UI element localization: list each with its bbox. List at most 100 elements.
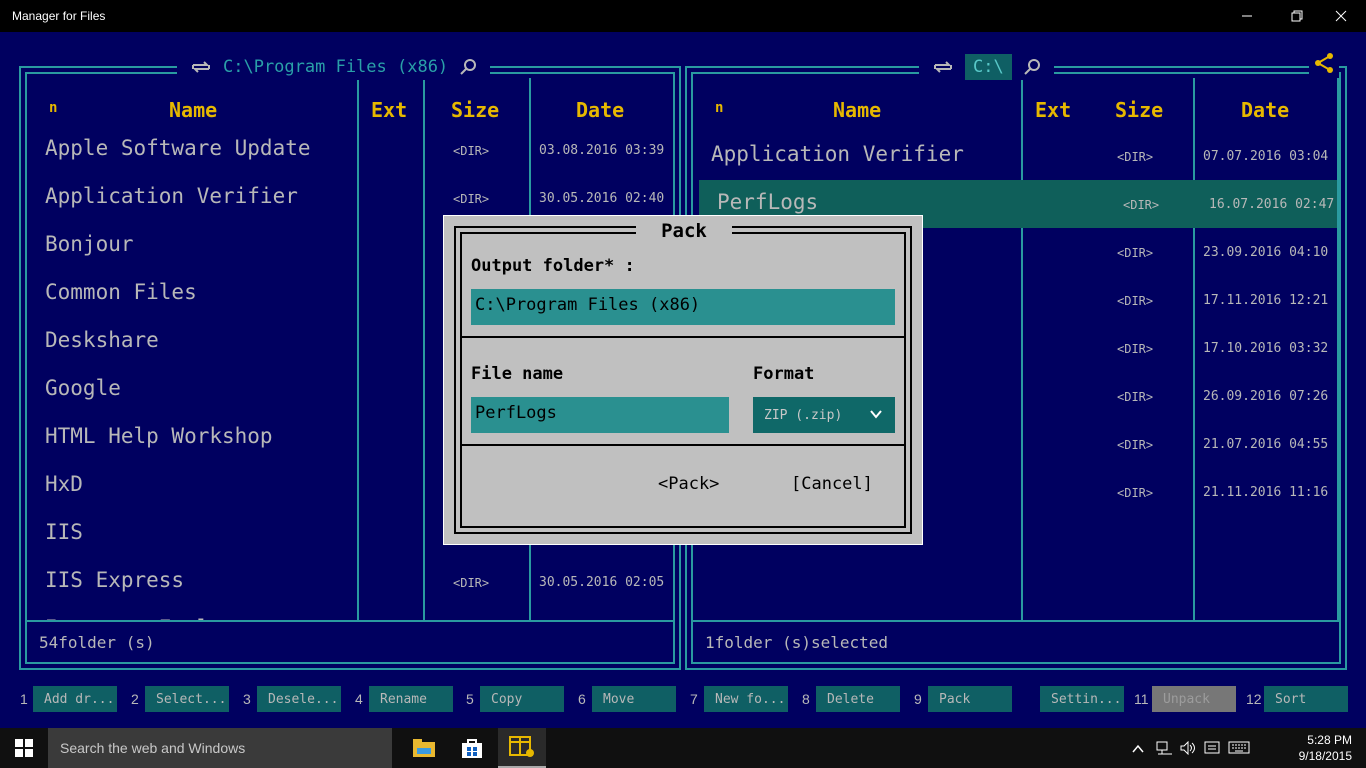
- pack-button[interactable]: <Pack>: [658, 474, 719, 494]
- search-icon[interactable]: [458, 57, 478, 77]
- file-date: 30.05.2016 02:40: [539, 191, 665, 206]
- file-name: Common Files: [45, 280, 197, 304]
- file-date: 16.07.2016 02:47: [1209, 197, 1335, 212]
- restore-icon: [1291, 10, 1303, 22]
- file-name: Deskshare: [45, 328, 159, 352]
- file-name: Application Verifier: [45, 184, 298, 208]
- file-size: <DIR>: [1117, 486, 1154, 500]
- minimize-button[interactable]: [1224, 0, 1270, 32]
- fkey-button-copy[interactable]: Copy: [480, 686, 564, 712]
- fkey-number: 9: [914, 691, 922, 707]
- fkey-button-select[interactable]: Select...: [145, 686, 229, 712]
- file-size: <DIR>: [453, 192, 490, 206]
- fkey-button-add-dr[interactable]: Add dr...: [33, 686, 117, 712]
- col-name[interactable]: Name: [169, 98, 217, 122]
- file-date: 21.11.2016 11:16: [1203, 485, 1329, 500]
- network-icon[interactable]: [1156, 740, 1174, 759]
- right-path[interactable]: C:\: [965, 54, 1012, 80]
- file-name-label: File name: [471, 364, 564, 384]
- fkey-number: 7: [690, 691, 698, 707]
- right-status: 1folder (s)selected: [705, 633, 889, 652]
- manager-for-files-icon[interactable]: [498, 728, 546, 768]
- file-size: <DIR>: [1117, 150, 1154, 164]
- title-bar: Manager for Files: [0, 0, 1366, 32]
- file-size: <DIR>: [1117, 246, 1154, 260]
- file-name: Apple Software Update: [45, 136, 311, 160]
- file-name: HTML Help Workshop: [45, 424, 273, 448]
- file-date: 30.05.2016 02:05: [539, 575, 665, 590]
- output-folder-input[interactable]: C:\Program Files (x86): [471, 289, 895, 325]
- file-date: 21.07.2016 04:55: [1203, 437, 1329, 452]
- taskbar: Search the web and Windows 5:28 PM 9/18/…: [0, 728, 1366, 768]
- col-ext[interactable]: Ext: [1035, 98, 1071, 122]
- col-size[interactable]: Size: [451, 98, 499, 122]
- col-date[interactable]: Date: [1241, 98, 1289, 122]
- file-explorer-icon[interactable]: [400, 728, 448, 768]
- share-icon[interactable]: [1309, 52, 1339, 78]
- clock[interactable]: 5:28 PM 9/18/2015: [1299, 732, 1352, 764]
- search-icon[interactable]: [1022, 57, 1042, 77]
- close-button[interactable]: [1318, 0, 1364, 32]
- fkey-button-delete[interactable]: Delete: [816, 686, 900, 712]
- col-n[interactable]: n: [49, 100, 57, 116]
- fkey-number: 6: [578, 691, 586, 707]
- file-size: <DIR>: [1117, 438, 1154, 452]
- output-folder-label: Output folder* :: [471, 256, 635, 276]
- col-n[interactable]: n: [715, 100, 723, 116]
- refresh-icon[interactable]: [189, 57, 213, 77]
- fkey-button-pack[interactable]: Pack: [928, 686, 1012, 712]
- fkey-button-settin[interactable]: Settin...: [1040, 686, 1124, 712]
- fkey-button-new-fo[interactable]: New fo...: [704, 686, 788, 712]
- start-button[interactable]: [0, 728, 48, 768]
- col-size[interactable]: Size: [1115, 98, 1163, 122]
- fkey-number: 3: [243, 691, 251, 707]
- file-row[interactable]: Apple Software Update <DIR> 03.08.2016 03:…: [27, 126, 673, 174]
- file-size: <DIR>: [1117, 294, 1154, 308]
- fkey-button-desele[interactable]: Desele...: [257, 686, 341, 712]
- cancel-button[interactable]: [Cancel]: [791, 474, 873, 494]
- refresh-icon[interactable]: [931, 57, 955, 77]
- col-name[interactable]: Name: [833, 98, 881, 122]
- chevron-up-icon[interactable]: [1132, 740, 1144, 759]
- file-name: Internet Explorer: [45, 616, 260, 620]
- file-date: 17.11.2016 12:21: [1203, 293, 1329, 308]
- file-row[interactable]: IIS Express <DIR> 30.05.2016 02:05: [27, 558, 673, 606]
- store-icon[interactable]: [448, 728, 496, 768]
- file-size: <DIR>: [453, 144, 490, 158]
- file-size: <DIR>: [1123, 198, 1160, 212]
- file-size: <DIR>: [1117, 390, 1154, 404]
- fkey-number: 8: [802, 691, 810, 707]
- fkey-number: 4: [355, 691, 363, 707]
- window-title: Manager for Files: [12, 9, 106, 23]
- taskbar-search[interactable]: Search the web and Windows: [48, 728, 392, 768]
- restore-button[interactable]: [1274, 0, 1320, 32]
- fkey-button-rename[interactable]: Rename: [369, 686, 453, 712]
- col-date[interactable]: Date: [576, 98, 624, 122]
- volume-icon[interactable]: [1180, 740, 1196, 759]
- format-select[interactable]: ZIP (.zip): [753, 397, 895, 433]
- clock-date: 9/18/2015: [1298, 749, 1352, 763]
- file-date: 17.10.2016 03:32: [1203, 341, 1329, 356]
- file-row[interactable]: Internet Explorer<DIR>04.10.2016 08:06: [27, 606, 673, 620]
- clock-time: 5:28 PM: [1307, 733, 1352, 747]
- keyboard-icon[interactable]: [1228, 740, 1250, 759]
- notification-icon[interactable]: [1204, 740, 1220, 759]
- dialog-title: Pack: [636, 220, 732, 242]
- file-date: 23.09.2016 04:10: [1203, 245, 1329, 260]
- file-name-input[interactable]: PerfLogs: [471, 397, 729, 433]
- left-status: 54folder (s): [39, 633, 155, 652]
- fkey-number: 12: [1246, 691, 1262, 707]
- chevron-down-icon: [869, 407, 883, 425]
- pack-dialog: Pack Output folder* : C:\Program Files (…: [443, 215, 923, 545]
- close-icon: [1335, 10, 1347, 22]
- minimize-icon: [1242, 15, 1252, 17]
- fkey-button-move[interactable]: Move: [592, 686, 676, 712]
- fkey-button-sort[interactable]: Sort: [1264, 686, 1348, 712]
- file-name: IIS: [45, 520, 83, 544]
- file-name: Google: [45, 376, 121, 400]
- fkey-number: 11: [1134, 691, 1149, 707]
- col-ext[interactable]: Ext: [371, 98, 407, 122]
- left-path[interactable]: C:\Program Files (x86): [223, 57, 448, 77]
- fkey-number: 5: [466, 691, 474, 707]
- file-row[interactable]: Application Verifier <DIR> 07.07.2016 03:0…: [693, 132, 1339, 180]
